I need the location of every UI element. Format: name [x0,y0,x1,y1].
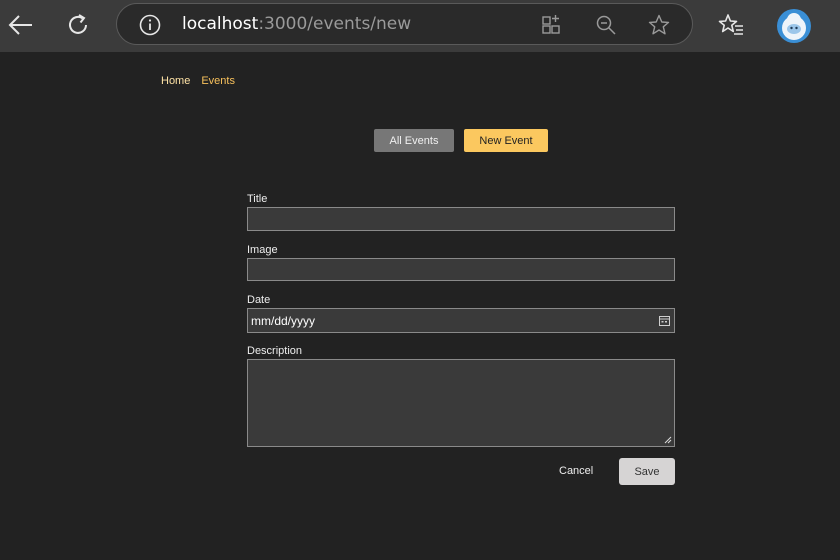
description-label: Description [247,345,303,357]
reload-button[interactable] [58,6,98,44]
breadcrumb: Home Events [161,75,235,87]
back-button[interactable] [0,6,40,44]
breadcrumb-events-link[interactable]: Events [201,75,235,87]
title-input[interactable] [247,207,675,231]
profile-avatar[interactable] [777,9,811,43]
image-input[interactable] [247,258,675,281]
title-label: Title [247,193,268,205]
description-textarea[interactable] [247,359,675,447]
url-text[interactable]: localhost:3000/events/new [182,13,411,35]
app-available-icon[interactable] [540,13,564,37]
reload-icon [69,14,87,34]
date-placeholder: mm/dd/yyyy [251,314,316,328]
arrow-left-icon [8,15,32,35]
all-events-button[interactable]: All Events [374,129,454,152]
star-icon[interactable] [647,13,671,37]
save-button[interactable]: Save [619,458,675,485]
image-label: Image [247,244,278,256]
info-icon[interactable] [139,14,161,36]
browser-toolbar: localhost:3000/events/new [0,0,840,52]
url-host: localhost [182,14,259,34]
date-input[interactable]: mm/dd/yyyy [247,308,675,333]
favorites-icon[interactable] [717,12,745,40]
address-bar[interactable]: localhost:3000/events/new [116,3,693,45]
date-label: Date [247,294,271,306]
calendar-icon[interactable] [659,315,670,326]
url-path: :3000/events/new [258,14,412,34]
breadcrumb-home-link[interactable]: Home [161,75,190,87]
new-event-button[interactable]: New Event [464,129,548,152]
cancel-button[interactable]: Cancel [559,465,593,477]
zoom-out-icon[interactable] [594,13,618,37]
yeti-avatar-icon [782,13,806,40]
resize-handle-icon[interactable] [664,436,672,444]
